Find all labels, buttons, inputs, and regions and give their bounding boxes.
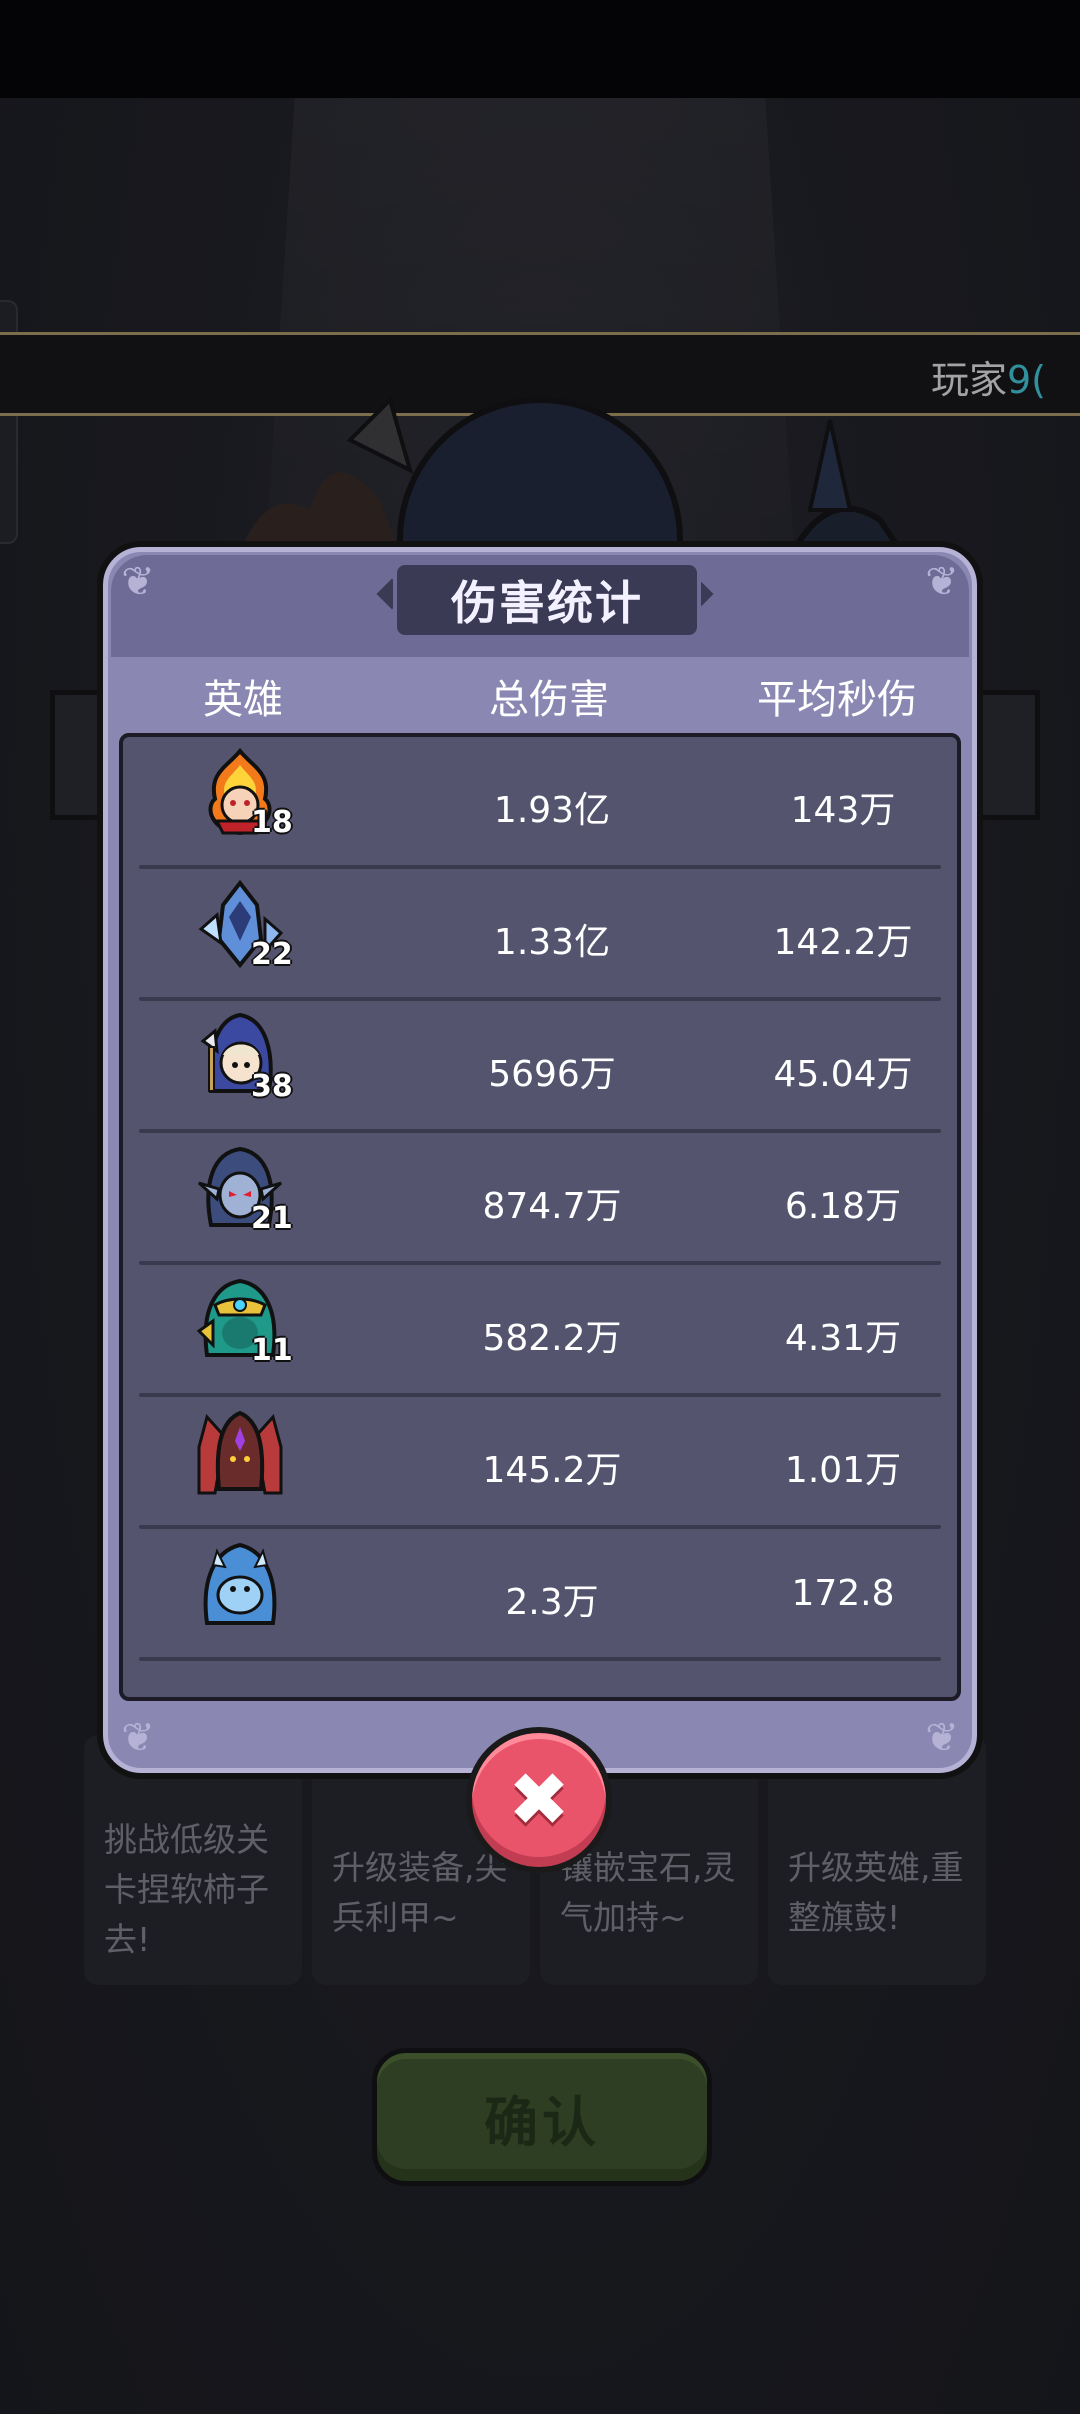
red-dragon-pet-icon [195, 1407, 285, 1497]
row-divider [139, 1657, 941, 1661]
avg-dps-value: 45.04万 [773, 1054, 913, 1095]
avg-dps-value: 172.8 [791, 1573, 895, 1614]
hero-level: 11 [251, 1333, 293, 1368]
table-row: 145.2万 1.01万 [123, 1397, 957, 1529]
damage-stats-dialog: ❦ ❦ ❦ ❦ 伤害统计 英雄 总伤害 平均秒伤 18 1.93亿 143万 2… [97, 541, 983, 1779]
dialog-title-plate: 伤害统计 [393, 561, 701, 639]
hero-level: 21 [251, 1201, 293, 1236]
hero-level: 38 [251, 1069, 293, 1104]
avg-dps-value: 6.18万 [784, 1186, 902, 1227]
table-row: 21 874.7万 6.18万 [123, 1133, 957, 1265]
total-damage-value: 1.33亿 [493, 922, 611, 963]
table-row: 38 5696万 45.04万 [123, 1001, 957, 1133]
avg-dps-value: 142.2万 [773, 922, 913, 963]
total-damage-value: 5696万 [488, 1054, 616, 1095]
close-icon: ✖ [507, 1757, 570, 1843]
total-damage-value: 582.2万 [482, 1318, 622, 1359]
table-row: 22 1.33亿 142.2万 [123, 869, 957, 1001]
avg-dps-value: 1.01万 [784, 1450, 902, 1491]
table-row: 18 1.93亿 143万 [123, 737, 957, 869]
table-header: 英雄 总伤害 平均秒伤 [103, 657, 977, 727]
avg-dps-value: 4.31万 [784, 1318, 902, 1359]
total-damage-value: 2.3万 [505, 1582, 599, 1623]
corner-ornament-icon: ❦ [121, 1715, 155, 1761]
dialog-title: 伤害统计 [451, 576, 643, 630]
table-row: 11 582.2万 4.31万 [123, 1265, 957, 1397]
hero-level: 18 [251, 805, 293, 840]
total-damage-value: 874.7万 [482, 1186, 622, 1227]
corner-ornament-icon: ❦ [925, 1715, 959, 1761]
header-hero: 英雄 [203, 677, 283, 723]
table-row: 2.3万 172.8 [123, 1529, 957, 1661]
corner-ornament-icon: ❦ [925, 559, 959, 605]
total-damage-value: 1.93亿 [493, 790, 611, 831]
header-avg-dps: 平均秒伤 [757, 677, 917, 723]
hero-level: 22 [251, 937, 293, 972]
corner-ornament-icon: ❦ [121, 559, 155, 605]
avg-dps-value: 143万 [790, 790, 896, 831]
total-damage-value: 145.2万 [482, 1450, 622, 1491]
damage-table: 18 1.93亿 143万 22 1.33亿 142.2万 38 5696万 4… [119, 733, 961, 1701]
header-total-damage: 总伤害 [489, 677, 609, 723]
ice-dragon-pet-icon [195, 1539, 285, 1629]
close-button[interactable]: ✖ [466, 1727, 612, 1873]
